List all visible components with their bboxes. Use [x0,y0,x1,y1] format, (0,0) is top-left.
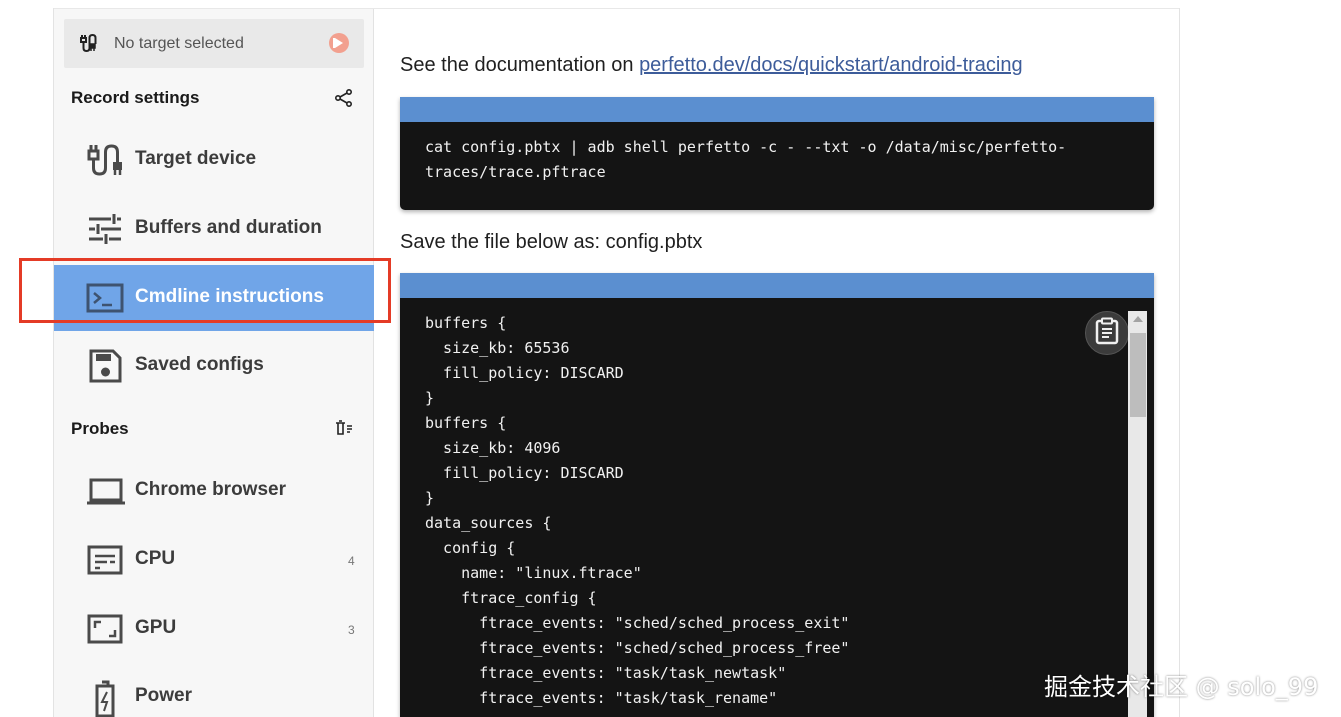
sidebar-item-buffers-duration[interactable]: Buffers and duration [54,196,374,262]
sidebar-item-power[interactable]: Power [54,664,374,717]
copy-button[interactable] [1085,311,1129,355]
scroll-up-arrow-icon[interactable] [1133,316,1143,322]
save-instruction: Save the file below as: config.pbtx [400,231,703,253]
sidebar-item-label: CPU [135,548,176,569]
sidebar-item-label: Target device [135,148,257,169]
cable-icon [86,142,124,178]
share-icon[interactable] [334,88,354,113]
cpu-icon [86,542,124,578]
documentation-line: See the documentation on perfetto.dev/do… [400,54,1023,77]
command-text[interactable]: cat config.pbtx | adb shell perfetto -c … [400,122,1154,185]
target-selector[interactable]: No target selected [64,19,364,68]
code-block-header [400,273,1154,298]
sidebar-item-target-device[interactable]: Target device [54,127,374,193]
sidebar-item-gpu[interactable]: GPU 3 [54,596,374,662]
config-scrollbar[interactable] [1128,311,1147,717]
record-settings-title: Record settings [71,88,200,107]
sidebar-item-chrome-browser[interactable]: Chrome browser [54,458,374,524]
clipboard-icon [1094,317,1120,350]
watermark: 掘金技术社区 @ solo_99 [1044,673,1319,701]
save-icon [86,348,124,384]
record-button[interactable] [329,33,349,53]
clear-all-icon[interactable] [334,419,354,442]
probe-count-badge: 4 [348,554,355,568]
probes-title: Probes [71,419,129,438]
sidebar-item-label: Power [135,685,193,706]
doc-prefix-text: See the documentation on [400,54,640,76]
documentation-link[interactable]: perfetto.dev/docs/quickstart/android-tra… [639,54,1023,76]
sidebar-item-label: GPU [135,617,177,638]
battery-icon [86,679,124,717]
config-text[interactable]: buffers { size_kb: 65536 fill_policy: DI… [400,298,1154,711]
scrollbar-thumb[interactable] [1130,333,1146,417]
gpu-icon [86,611,124,647]
laptop-icon [86,473,125,509]
sidebar-item-label: Saved configs [135,354,264,375]
cable-icon [78,33,98,58]
tune-icon [86,211,124,247]
highlight-annotation [19,258,391,323]
probe-count-badge: 3 [348,623,355,637]
target-status-text: No target selected [114,35,244,52]
config-code-block: buffers { size_kb: 65536 fill_policy: DI… [400,273,1154,717]
sidebar-item-cpu[interactable]: CPU 4 [54,527,374,593]
sidebar-item-saved-configs[interactable]: Saved configs [54,333,374,399]
frame-right-border [1179,8,1180,717]
command-code-block: cat config.pbtx | adb shell perfetto -c … [400,97,1154,210]
sidebar-item-label: Buffers and duration [135,217,322,238]
sidebar: No target selected Record settings Targe… [54,9,374,717]
code-block-header [400,97,1154,122]
sidebar-item-label: Chrome browser [135,479,286,500]
